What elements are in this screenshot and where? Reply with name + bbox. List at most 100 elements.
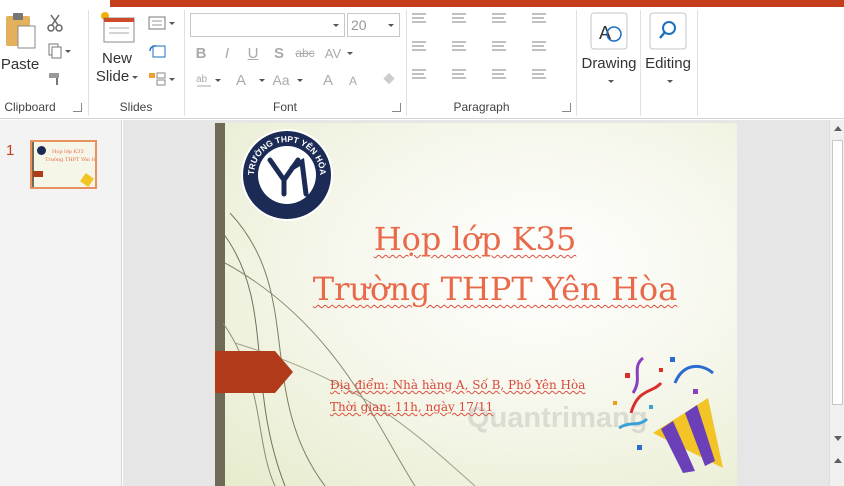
paste-label: Paste [0,56,40,73]
eraser-icon [383,73,395,85]
clipboard-icon [6,13,36,49]
clear-format-dropdown-icon[interactable] [215,79,221,82]
party-popper-icon [613,356,723,473]
copy-dropdown-icon [64,49,71,53]
align-text-icon[interactable] [530,40,552,58]
decrease-font-button[interactable]: A [345,72,361,90]
bullets-icon[interactable] [410,12,432,30]
cut-button[interactable] [44,12,66,34]
slide-thumbnail[interactable]: Họp lớp K35 Trường THPT Yên Hòa [30,140,97,189]
section-icon [148,72,165,86]
new-slide-label-row: Slide [95,68,139,86]
bold-button[interactable]: B [192,42,210,64]
change-case-dropdown-icon[interactable] [297,79,303,82]
drawing-label: Drawing [581,55,637,72]
new-slide-label-1: New [101,50,132,67]
arrow-shape [215,351,293,393]
clipboard-launcher-icon[interactable] [73,103,82,112]
scrollbar-thumb[interactable] [832,140,843,405]
font-group-label: Font [272,100,297,114]
search-icon [649,12,687,50]
thumbnail-title: Họp lớp K35 [52,149,84,155]
slide-title-line-1[interactable]: Họp lớp K35 [235,220,715,258]
align-center-icon[interactable] [450,68,472,86]
editing-dropdown-icon [666,80,673,83]
editing-button[interactable]: Editing [642,12,694,92]
clear-formatting-button[interactable]: ab [192,70,216,90]
layout-icon [148,16,165,30]
reset-icon [149,45,166,58]
divider [576,10,577,116]
vertical-scrollbar[interactable] [829,120,844,486]
slide-number: 1 [6,142,15,159]
thumbnail-subtitle: Trường THPT Yên Hòa [45,157,97,163]
italic-button[interactable]: I [218,42,236,64]
slides-group-label: Slides [119,100,153,114]
increase-indent-icon[interactable] [450,40,472,58]
font-color-dropdown-icon[interactable] [259,79,265,82]
underline-button[interactable]: U [244,42,262,64]
align-right-icon[interactable] [490,68,512,86]
divider [88,10,89,116]
drawing-button[interactable]: A Drawing [580,12,638,92]
section-button[interactable] [144,68,178,90]
font-size-input[interactable]: 20 [347,13,400,37]
new-slide-icon [101,12,135,43]
line-spacing-icon[interactable] [490,12,512,30]
numbering-icon[interactable] [450,12,472,30]
character-spacing-button[interactable]: AV [322,42,344,64]
text-direction-icon[interactable] [530,12,552,30]
change-case-button[interactable]: Aa [270,70,292,90]
decrease-indent-icon[interactable] [410,40,432,58]
font-size-value: 20 [351,17,367,33]
paragraph-tools [410,12,575,92]
layout-dropdown-icon [168,21,175,25]
thumbnail-confetti [80,173,94,187]
paste-button[interactable]: Paste [0,10,40,80]
new-slide-label-2: Slide [95,68,130,85]
font-name-dropdown-icon[interactable] [333,24,339,27]
scroll-up-arrow-icon[interactable] [834,126,842,131]
thumbnail-bar [32,142,34,187]
format-painter-icon [49,73,59,85]
format-painter-button[interactable] [44,68,66,90]
thumbnail-arrow [33,171,43,177]
reset-button[interactable] [144,40,170,62]
justify-icon[interactable] [530,68,552,86]
event-location[interactable]: Địa điểm: Nhà hàng A, Số B, Phố Yên Hòa [330,378,585,392]
slide-canvas[interactable]: TRƯỜNG THPT YÊN HÒA since 1960 Họp lớp K… [215,123,737,486]
new-slide-button[interactable]: New Slide [94,10,140,95]
copy-button[interactable] [44,40,74,62]
font-launcher-icon[interactable] [392,103,401,112]
highlight-eraser-button[interactable] [378,70,400,90]
increase-font-button[interactable]: A [319,70,337,90]
font-name-input[interactable] [190,13,345,37]
paragraph-group-label: Paragraph [453,100,510,114]
font-color-button[interactable]: A [232,70,250,90]
ribbon-accent-bar [110,0,844,7]
drawing-dropdown-icon [607,80,614,83]
strikethrough-button[interactable]: abc [292,42,318,64]
school-logo: TRƯỜNG THPT YÊN HÒA since 1960 [240,128,334,222]
spacing-dropdown-icon[interactable] [347,52,353,55]
scissors-icon [47,14,63,32]
divider [697,10,698,116]
slide-title-line-2[interactable]: Trường THPT Yên Hòa [255,270,735,308]
align-left-icon[interactable] [410,68,432,86]
shapes-icon: A [590,12,628,50]
editing-label: Editing [645,55,691,72]
svg-text:ab: ab [196,74,208,85]
clear-format-icon: ab [196,74,211,87]
previous-slide-icon[interactable] [834,458,842,463]
ribbon: Paste Clipboard New Slide Slides 20 B I … [0,0,844,119]
columns-icon[interactable] [490,40,512,58]
font-size-dropdown-icon[interactable] [388,24,394,27]
new-slide-dropdown-icon [132,75,139,79]
divider [184,10,185,116]
paragraph-launcher-icon[interactable] [562,103,571,112]
copy-icon [48,43,61,59]
scroll-down-arrow-icon[interactable] [834,436,842,441]
section-dropdown-icon [168,77,175,81]
shadow-button[interactable]: S [270,42,288,64]
layout-button[interactable] [144,12,178,34]
